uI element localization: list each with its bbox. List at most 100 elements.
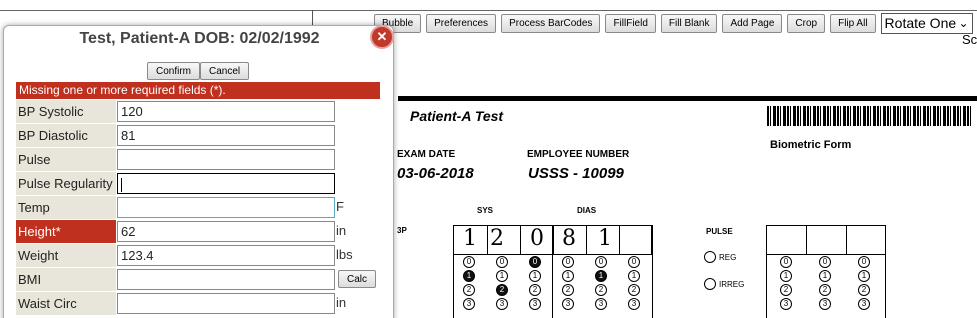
reg-label: REG: [719, 253, 737, 262]
bp-systolic-input[interactable]: 120: [117, 101, 335, 122]
flip-all-button[interactable]: Flip All: [830, 13, 876, 33]
rotate-select-value: Rotate One: [884, 15, 957, 31]
grid-line: [652, 225, 653, 318]
field-row-bmi: BMI Calc: [16, 268, 377, 292]
pulse-input[interactable]: [117, 149, 335, 170]
sys-label: SYS: [477, 206, 494, 215]
bubble-filled: 1: [595, 270, 607, 282]
bubble-1: 1: [628, 270, 640, 282]
grid-line: [453, 225, 454, 318]
bubble-0: 0: [628, 256, 640, 268]
bubble-3: 3: [819, 298, 831, 310]
bubble-3: 3: [463, 298, 475, 310]
bubble-2: 2: [858, 284, 870, 296]
employee-number-value: USSS - 10099: [528, 165, 624, 182]
bubble-2: 2: [463, 284, 475, 296]
pulse-regularity-input[interactable]: [117, 173, 335, 194]
bmi-input[interactable]: [117, 269, 335, 290]
bubble-0: 0: [595, 256, 607, 268]
grid-line: [766, 225, 767, 318]
truncated-label: Sc: [962, 32, 977, 47]
waist-circ-input[interactable]: [117, 293, 335, 314]
field-label: Waist Circ: [16, 292, 116, 315]
handwritten-digit: 8: [562, 226, 576, 251]
bp-diastolic-input[interactable]: 81: [117, 125, 335, 146]
field-label: Temp: [16, 196, 116, 219]
irreg-radio: [704, 278, 716, 290]
bubble-0: 0: [819, 256, 831, 268]
bubble-filled: 2: [496, 284, 508, 296]
field-row-bp-systolic: BP Systolic 120: [16, 100, 376, 124]
add-page-button[interactable]: Add Page: [722, 13, 783, 33]
field-label: Pulse Regularity: [16, 172, 116, 195]
unit-label: lbs: [336, 247, 353, 262]
bubble-0: 0: [780, 256, 792, 268]
bubble-1: 1: [858, 270, 870, 282]
fill-blank-button[interactable]: Fill Blank: [660, 13, 718, 33]
document-rule: [398, 96, 977, 101]
unit-label: in: [336, 295, 347, 310]
temp-input[interactable]: [117, 197, 335, 218]
bubble-2: 2: [562, 284, 574, 296]
chevron-down-icon: ⌄: [958, 16, 969, 30]
height-input[interactable]: 62: [117, 221, 335, 242]
bubble-3: 3: [858, 298, 870, 310]
bubble-1: 1: [780, 270, 792, 282]
toolbar: Bubble Preferences Process BarCodes Fill…: [374, 12, 973, 34]
field-label: BMI: [16, 268, 116, 291]
field-label: BP Systolic: [16, 100, 116, 123]
bubble-3: 3: [496, 298, 508, 310]
weight-input[interactable]: 123.4: [117, 245, 335, 266]
app-window: Bubble Preferences Process BarCodes Fill…: [0, 0, 977, 318]
scanned-document: [395, 48, 977, 318]
document-form-title: Biometric Form: [770, 139, 852, 151]
bubble-0: 0: [463, 256, 475, 268]
bubble-1: 1: [819, 270, 831, 282]
bubble-0: 0: [496, 256, 508, 268]
confirm-button[interactable]: Confirm: [147, 62, 201, 80]
field-label: Pulse: [16, 148, 116, 171]
bubble-3: 3: [628, 298, 640, 310]
bubble-3: 3: [780, 298, 792, 310]
bubble-filled: 0: [529, 256, 541, 268]
preferences-button[interactable]: Preferences: [426, 13, 497, 33]
bp-label: 3P: [397, 226, 407, 235]
close-icon[interactable]: ✕: [370, 25, 394, 49]
rotate-select[interactable]: Rotate One ⌄: [880, 12, 973, 34]
process-barcodes-button[interactable]: Process BarCodes: [501, 13, 601, 33]
bubble-1: 1: [562, 270, 574, 282]
barcode-image: [767, 106, 973, 126]
field-row-height: Height* 62 in: [16, 220, 376, 244]
field-row-weight: Weight 123.4 lbs: [16, 244, 376, 268]
field-label-required: Height*: [16, 220, 116, 243]
bubble-2: 2: [780, 284, 792, 296]
pulse-label: PULSE: [706, 227, 733, 236]
field-row-waist-circ: Waist Circ in: [16, 292, 376, 316]
bubble-0: 0: [858, 256, 870, 268]
field-row-bp-diastolic: BP Diastolic 81: [16, 124, 376, 148]
handwritten-digit: 0: [530, 226, 544, 251]
bubble-3: 3: [595, 298, 607, 310]
bubble-filled: 1: [463, 270, 475, 282]
toolbar-divider: [0, 10, 977, 11]
dialog-title: Test, Patient-A DOB: 02/02/1992: [79, 30, 320, 47]
crop-button[interactable]: Crop: [787, 13, 826, 33]
grid-line: [552, 225, 553, 318]
pulse-digit-grid: [766, 225, 886, 255]
handwritten-digit: 2: [490, 226, 504, 251]
field-row-temp: Temp F: [16, 196, 376, 220]
fillfield-button[interactable]: FillField: [605, 13, 656, 33]
irreg-label: IRREG: [719, 280, 745, 289]
field-row-pulse-regularity: Pulse Regularity: [16, 172, 376, 196]
bubble-2: 2: [529, 284, 541, 296]
calc-button[interactable]: Calc: [338, 270, 377, 288]
cancel-button[interactable]: Cancel: [200, 62, 250, 80]
unit-label: F: [336, 199, 344, 214]
handwritten-digit: 1: [463, 226, 477, 251]
bubble-1: 1: [496, 270, 508, 282]
exam-date-value: 03-06-2018: [397, 165, 474, 182]
dias-label: DIAS: [577, 206, 597, 215]
document-patient-name: Patient-A Test: [410, 108, 504, 124]
error-banner: Missing one or more required fields (*).: [16, 82, 380, 99]
bubble-3: 3: [562, 298, 574, 310]
